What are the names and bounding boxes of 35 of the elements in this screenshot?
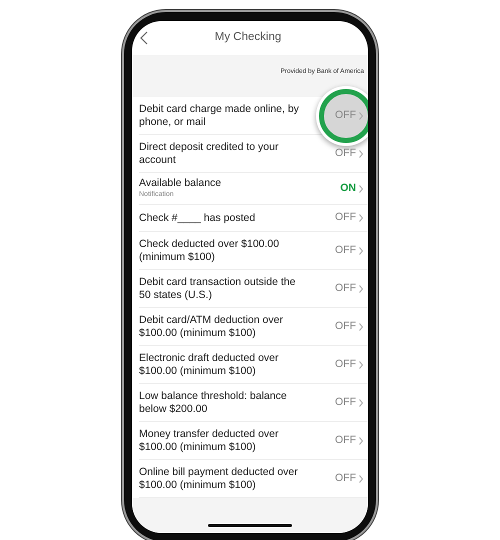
status-button[interactable]: OFF — [335, 394, 363, 411]
chevron-icon — [359, 184, 363, 193]
alert-label: Check #____ has posted — [139, 212, 256, 225]
status-button[interactable]: OFF — [335, 210, 363, 226]
alert-label: Electronic draft deducted over $100.00 (minimum $100) — [139, 352, 280, 378]
alert-label: Online bill payment deducted over $100.00 (minimum $100) — [139, 466, 299, 492]
status-button[interactable]: OFF — [335, 146, 363, 162]
status-button[interactable]: OFF — [335, 470, 363, 487]
chevron-icon — [359, 214, 363, 222]
alert-label: Debit card/ATM deduction over $100.00 (minimum $100) — [139, 314, 284, 340]
back-icon[interactable] — [140, 31, 148, 45]
chevron-icon — [359, 112, 363, 120]
alert-label: Debit card transaction outside the 50 states (U.S.) — [139, 276, 296, 302]
alert-label: Low balance threshold: balance below $200.00 — [139, 390, 288, 416]
status-button[interactable]: OFF — [335, 432, 363, 449]
status-button[interactable]: OFF — [335, 108, 363, 124]
chevron-icon — [359, 474, 363, 483]
alert-label: Money transfer deducted over $100.00 (minimum $100) — [139, 428, 280, 454]
chevron-icon — [359, 360, 363, 369]
chevron-icon — [359, 150, 363, 158]
status-button[interactable]: OFF — [335, 356, 363, 373]
chevron-icon — [359, 284, 363, 293]
alert-label: Debit card charge made online, by phone, or mail — [139, 102, 300, 128]
chevron-icon — [359, 436, 363, 445]
chevron-icon — [359, 322, 363, 331]
alert-label: Available balance — [139, 177, 222, 190]
alert-label: Check deducted over $100.00 (minimum $100) — [139, 238, 280, 264]
chevron-icon — [359, 398, 363, 407]
status-button[interactable]: OFF — [335, 242, 363, 259]
chevron-icon — [359, 246, 363, 255]
status-button[interactable]: OFF — [335, 318, 363, 335]
alert-label: Direct deposit credited to your account — [139, 140, 280, 166]
status-button[interactable]: ON — [340, 180, 363, 197]
screen-title: My Checking — [214, 30, 282, 46]
status-button[interactable]: OFF — [335, 280, 363, 297]
